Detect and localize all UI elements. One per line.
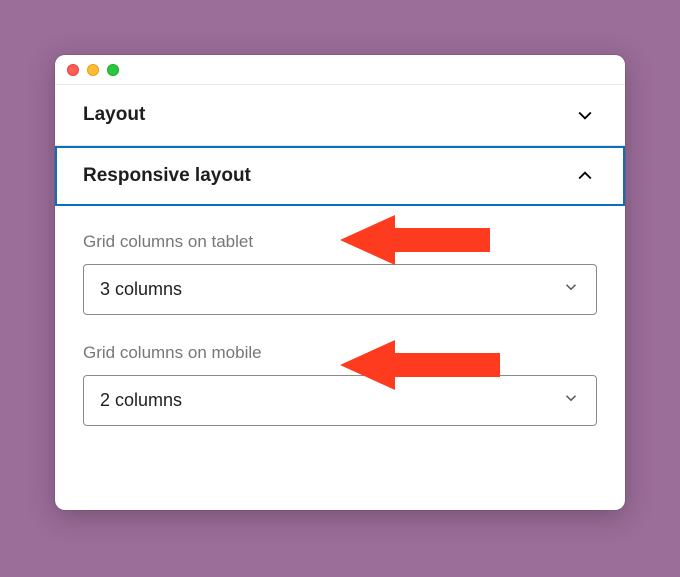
tablet-columns-value: 3 columns bbox=[100, 279, 182, 300]
close-icon[interactable] bbox=[67, 64, 79, 76]
chevron-down-icon bbox=[562, 389, 580, 412]
minimize-icon[interactable] bbox=[87, 64, 99, 76]
tablet-columns-select[interactable]: 3 columns bbox=[83, 264, 597, 315]
tablet-columns-label: Grid columns on tablet bbox=[83, 232, 597, 252]
chevron-down-icon bbox=[562, 278, 580, 301]
section-layout-title: Layout bbox=[83, 104, 145, 126]
maximize-icon[interactable] bbox=[107, 64, 119, 76]
mobile-columns-label: Grid columns on mobile bbox=[83, 343, 597, 363]
window-titlebar bbox=[55, 55, 625, 85]
mobile-columns-value: 2 columns bbox=[100, 390, 182, 411]
section-responsive-title: Responsive layout bbox=[83, 165, 251, 187]
chevron-up-icon bbox=[573, 164, 597, 188]
section-layout[interactable]: Layout bbox=[55, 85, 625, 146]
window-controls bbox=[67, 64, 119, 76]
settings-window: Layout Responsive layout Grid columns on… bbox=[55, 55, 625, 510]
section-responsive-body: Grid columns on tablet 3 columns Grid co… bbox=[55, 206, 625, 450]
mobile-columns-select[interactable]: 2 columns bbox=[83, 375, 597, 426]
section-responsive-layout[interactable]: Responsive layout bbox=[55, 146, 625, 206]
chevron-down-icon bbox=[573, 103, 597, 127]
